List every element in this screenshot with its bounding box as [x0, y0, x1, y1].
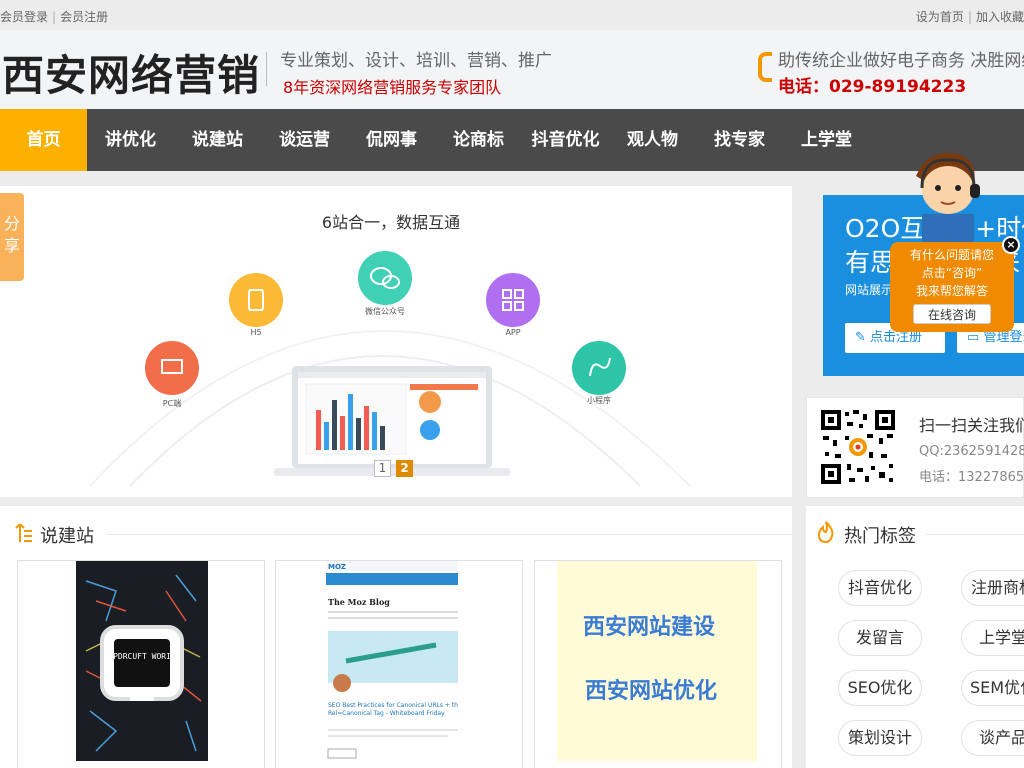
consult-text2: 点击“咨询”: [921, 266, 983, 280]
article-image-2: MOZ The Moz Blog SEO Best Practices for …: [326, 561, 458, 761]
article-card-2[interactable]: MOZ The Moz Blog SEO Best Practices for …: [275, 560, 523, 768]
svg-text:PC端: PC端: [163, 398, 181, 408]
nav-item-web-talk[interactable]: 侃网事: [348, 109, 435, 171]
banner-slider[interactable]: 6站合一，数据互通 PC端 H5 微信公众号 APP 小程序 1 2: [0, 186, 792, 497]
hot-tags-panel: 热门标签 抖音优化 注册商标 发留言 上学堂 SEO优化 SEM优化 策划设计 …: [806, 506, 1024, 768]
close-icon[interactable]: ×: [1002, 236, 1020, 254]
tag-message[interactable]: 发留言: [838, 620, 922, 656]
tag-product[interactable]: 谈产品: [961, 720, 1024, 756]
qr-follow-box: 扫一扫关注我们 QQ:2362591428 电话：13227865: [806, 397, 1024, 498]
site-logo[interactable]: 西安网络营销: [2, 42, 260, 103]
article-card-3[interactable]: 西安网站建设 西安网站优化: [534, 560, 782, 768]
nav-item-experts[interactable]: 找专家: [696, 109, 783, 171]
sort-icon: [15, 524, 32, 542]
nav-item-build-site[interactable]: 说建站: [174, 109, 261, 171]
header-divider: [266, 52, 267, 86]
divider: |: [967, 10, 972, 24]
qr-code-image: [819, 408, 897, 486]
nav-item-douyin[interactable]: 抖音优化: [522, 109, 609, 171]
node-app: APP: [486, 273, 540, 337]
svg-text:The Moz Blog: The Moz Blog: [328, 597, 390, 607]
article-card-1[interactable]: DPDRCUFT WORIS: [17, 560, 265, 768]
contact-tagline: 助传统企业做好电子商务 决胜网络营销: [778, 51, 1024, 71]
article-image-1: DPDRCUFT WORIS: [76, 561, 208, 761]
slider-page-1[interactable]: 1: [374, 460, 391, 477]
add-favorite-link[interactable]: 加入收藏: [976, 10, 1024, 24]
tag-seo[interactable]: SEO优化: [838, 670, 922, 706]
article-image-text-1: 西安网站建设: [583, 615, 716, 640]
banner-title: 6站合一，数据互通: [322, 213, 460, 232]
nav-item-school[interactable]: 上学堂: [783, 109, 870, 171]
qr-tel: 电话：13227865: [919, 470, 1024, 485]
set-home-link[interactable]: 设为首页: [916, 10, 964, 24]
svg-text:MOZ: MOZ: [328, 563, 346, 571]
banner-graphic: 6站合一，数据互通 PC端 H5 微信公众号 APP 小程序: [89, 213, 691, 487]
node-wechat: 微信公众号: [358, 251, 412, 316]
tag-douyin[interactable]: 抖音优化: [838, 570, 922, 606]
slogan-line2: 8年资深网络营销服务专家团队: [283, 78, 502, 97]
node-h5: H5: [229, 273, 283, 337]
slider-page-2[interactable]: 2: [396, 460, 413, 477]
nav-item-optimize[interactable]: 讲优化: [87, 109, 174, 171]
top-bar: 会员登录 | 会员注册 设为首页 | 加入收藏: [0, 0, 1024, 30]
login-link[interactable]: 会员登录: [0, 10, 48, 24]
top-bar-left: 会员登录 | 会员注册: [0, 8, 108, 25]
nav-item-home[interactable]: 首页: [0, 109, 87, 171]
edit-icon: ✎: [855, 330, 866, 345]
fire-icon: [817, 521, 834, 544]
qr-title: 扫一扫关注我们: [919, 416, 1024, 435]
site-header: 西安网络营销 专业策划、设计、培训、营销、推广 8年资深网络营销服务专家团队 助…: [0, 30, 1024, 109]
monitor-icon: ▭: [967, 330, 980, 345]
manage-login-label: 管理登录: [983, 330, 1024, 345]
qr-qq: QQ:2362591428: [919, 444, 1024, 459]
svg-text:小程序: 小程序: [587, 395, 611, 405]
article-headline-2: SEO Best Practices for Canonical URLs + …: [328, 702, 458, 717]
consult-text1: 有什么问题请您: [909, 248, 994, 262]
consult-popup: 有什么问题请您 点击“咨询” 我来帮您解答 在线咨询 ×: [890, 236, 1020, 332]
laptop-illustration: [274, 366, 510, 476]
nav-item-trademark[interactable]: 论商标: [435, 109, 522, 171]
register-link[interactable]: 会员注册: [60, 10, 108, 24]
article-image-text-2: 西安网站优化: [585, 679, 718, 704]
divider: |: [52, 10, 57, 24]
tag-school[interactable]: 上学堂: [961, 620, 1024, 656]
phone-icon: [758, 52, 772, 82]
article-image-3: 西安网站建设 西安网站优化: [557, 561, 757, 761]
contact-phone: 电话：029-89194223: [778, 77, 967, 97]
svg-text:H5: H5: [250, 328, 261, 337]
share-tab[interactable]: 分享: [0, 193, 24, 281]
svg-text:微信公众号: 微信公众号: [365, 306, 405, 316]
section-build-site: 说建站 DPDRCUFT WORIS MOZ The Moz Blog SEO …: [0, 506, 792, 768]
nav-item-people[interactable]: 观人物: [609, 109, 696, 171]
customer-service-avatar[interactable]: [908, 148, 988, 248]
slogan: 专业策划、设计、培训、营销、推广 8年资深网络营销服务专家团队: [280, 46, 552, 98]
svg-text:DPDRCUFT WORIS: DPDRCUFT WORIS: [108, 652, 176, 661]
header-contact: 助传统企业做好电子商务 决胜网络营销 电话：029-89194223: [758, 46, 1024, 97]
hot-tags-divider: [926, 534, 1024, 535]
slogan-line1: 专业策划、设计、培训、营销、推广: [280, 51, 552, 71]
register-button-label: 点击注册: [870, 330, 923, 345]
consult-text3: 我来帮您解答: [915, 284, 988, 298]
tag-sem[interactable]: SEM优化: [961, 670, 1024, 706]
tag-planning[interactable]: 策划设计: [838, 720, 922, 756]
section-divider: [106, 534, 792, 535]
hot-tags-title: 热门标签: [844, 526, 916, 547]
main-nav: 首页 讲优化 说建站 谈运营 侃网事 论商标 抖音优化 观人物 找专家 上学堂: [0, 109, 1024, 171]
online-consult-button[interactable]: 在线咨询: [913, 304, 991, 324]
tag-trademark[interactable]: 注册商标: [961, 570, 1024, 606]
section-title: 说建站: [40, 526, 94, 547]
svg-text:APP: APP: [505, 328, 520, 337]
nav-item-operations[interactable]: 谈运营: [261, 109, 348, 171]
top-bar-right: 设为首页 | 加入收藏: [916, 8, 1024, 25]
